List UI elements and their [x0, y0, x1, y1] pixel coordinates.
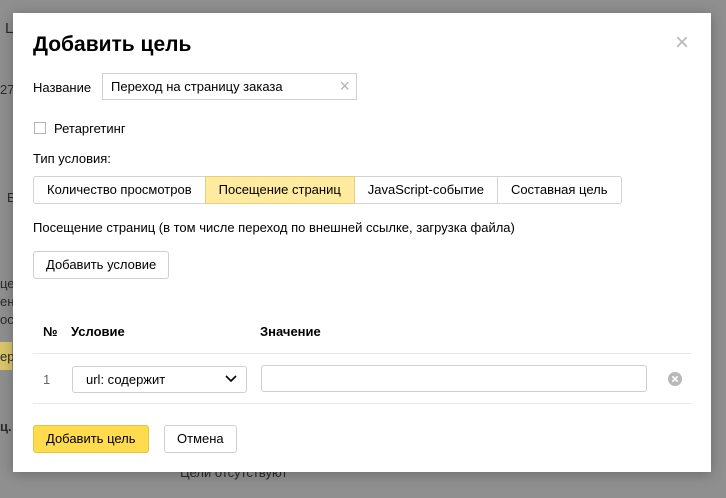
column-header-number: № [43, 324, 58, 339]
row-index: 1 [43, 372, 51, 387]
name-label: Название [33, 80, 92, 95]
retargeting-checkbox[interactable] [34, 122, 46, 134]
condition-select[interactable]: url: содержит [72, 366, 247, 393]
goal-name-value: Переход на страницу заказа [111, 79, 283, 94]
condition-select-value: url: содержит [86, 372, 166, 387]
table-divider [33, 403, 691, 404]
tab-page-views[interactable]: Количество просмотров [33, 176, 206, 204]
condition-value-input[interactable] [261, 365, 647, 392]
column-header-value: Значение [260, 324, 321, 339]
column-header-condition: Условие [71, 324, 125, 339]
add-condition-button[interactable]: Добавить условие [33, 251, 170, 279]
remove-row-icon[interactable] [668, 372, 682, 386]
dialog-title: Добавить цель [33, 33, 192, 56]
add-goal-dialog: Добавить цель × Название Переход на стра… [13, 13, 711, 472]
add-goal-button[interactable]: Добавить цель [33, 425, 149, 453]
goal-name-input[interactable]: Переход на страницу заказа × [102, 73, 357, 100]
chevron-down-icon [225, 375, 237, 383]
clear-icon[interactable]: × [339, 74, 350, 99]
bg-text-fragment: ц. [0, 419, 12, 434]
tab-javascript-event[interactable]: JavaScript-событие [353, 176, 498, 204]
table-divider [33, 353, 691, 354]
cancel-button[interactable]: Отмена [164, 425, 237, 453]
retargeting-label[interactable]: Ретаргетинг [54, 121, 126, 136]
tab-page-visits[interactable]: Посещение страниц [204, 176, 355, 204]
condition-description: Посещение страниц (в том числе переход п… [33, 220, 515, 235]
condition-type-selector: Количество просмотров Посещение страниц … [33, 176, 622, 204]
tab-composite-goal[interactable]: Составная цель [496, 176, 622, 204]
bg-text-fragment: ос [0, 312, 14, 327]
condition-type-label: Тип условия: [33, 151, 111, 166]
close-icon[interactable]: × [671, 31, 693, 55]
